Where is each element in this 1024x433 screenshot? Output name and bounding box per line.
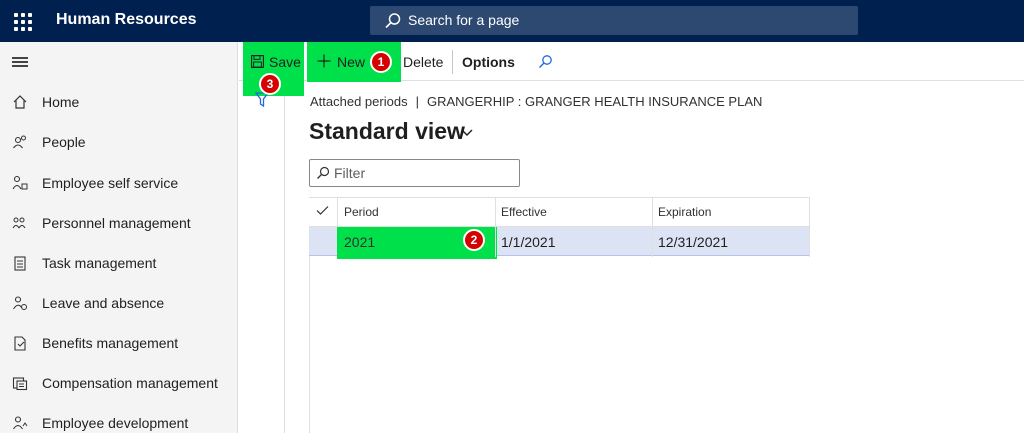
column-header-period[interactable]: Period (344, 205, 379, 219)
nav-item-label: Employee self service (42, 175, 179, 191)
app-title[interactable]: Human Resources (56, 11, 197, 29)
grid-divider (337, 197, 338, 227)
view-selector[interactable]: Standard view (309, 118, 465, 145)
filter-field[interactable] (309, 159, 520, 187)
nav-item-leave-and-absence[interactable]: Leave and absence (0, 283, 238, 323)
grid-divider (495, 197, 496, 257)
action-separator (452, 50, 453, 74)
nav-item-label: Personnel management (42, 215, 191, 231)
nav-item-label: Benefits management (42, 335, 179, 351)
column-header-effective[interactable]: Effective (501, 205, 547, 219)
cell-period[interactable]: 2021 (344, 234, 375, 250)
home-icon (13, 95, 27, 109)
nav-item-task-management[interactable]: Task management (0, 243, 238, 283)
nav-item-label: Employee development (42, 415, 189, 431)
select-all-checkmark-icon[interactable] (316, 205, 329, 216)
breadcrumb-current: GRANGERHIP : GRANGER HEALTH INSURANCE PL… (426, 94, 763, 109)
nav-item-personnel-management[interactable]: Personnel management (0, 203, 238, 243)
breadcrumb: Attached periods | GRANGERHIP : GRANGER HE… (310, 94, 762, 109)
nav-item-employee-self-service[interactable]: Employee self service (0, 163, 238, 203)
nav-item-people[interactable]: People (0, 122, 238, 162)
nav-item-compensation-management[interactable]: Compensation management (0, 363, 238, 403)
chevron-down-icon[interactable] (460, 128, 474, 138)
options-button[interactable]: Options (462, 54, 515, 70)
top-bar: Human Resources Search for a page (0, 0, 1024, 42)
employee-self-service-icon (12, 175, 28, 190)
employee-development-icon (13, 416, 28, 430)
app-launcher-icon[interactable] (12, 11, 32, 31)
task-management-icon (14, 256, 26, 271)
nav-item-label: Home (42, 94, 80, 110)
new-button-label: New (337, 54, 366, 70)
cell-expiration[interactable]: 12/31/2021 (658, 234, 728, 250)
nav-item-label: Task management (42, 255, 157, 271)
grid-top-border (309, 197, 810, 198)
search-icon[interactable] (538, 54, 553, 69)
navigation-pane: Home People Employee self service Person… (0, 42, 238, 433)
save-button-label: Save (269, 54, 301, 70)
grid-divider (652, 197, 653, 257)
delete-button[interactable]: Delete (403, 54, 443, 70)
nav-item-benefits-management[interactable]: Benefits management (0, 323, 238, 363)
nav-item-label: People (42, 134, 86, 150)
people-icon (13, 135, 26, 149)
personnel-management-icon (12, 217, 26, 229)
breadcrumb-parent[interactable]: Attached periods (310, 94, 408, 109)
grid-body (309, 256, 1024, 433)
nav-item-home[interactable]: Home (0, 82, 238, 122)
callout-badge-3: 3 (259, 73, 281, 95)
column-header-expiration[interactable]: Expiration (658, 205, 711, 219)
nav-item-employee-development[interactable]: Employee development (0, 403, 238, 433)
search-icon (385, 13, 401, 29)
nav-item-label: Compensation management (42, 375, 218, 391)
callout-badge-2: 2 (463, 229, 485, 251)
grid-divider (809, 197, 810, 257)
page-search-box[interactable]: Search for a page (370, 6, 858, 35)
nav-item-label: Leave and absence (42, 295, 165, 311)
search-icon (317, 166, 330, 179)
breadcrumb-separator: | (415, 94, 419, 109)
benefits-management-icon (14, 336, 26, 351)
compensation-management-icon (12, 377, 28, 391)
hamburger-menu-icon[interactable] (12, 57, 28, 67)
search-placeholder: Search for a page (408, 12, 520, 28)
cell-effective[interactable]: 1/1/2021 (501, 234, 556, 250)
filter-input[interactable] (334, 163, 514, 183)
leave-absence-icon (13, 296, 27, 310)
save-icon (251, 55, 264, 68)
callout-badge-1: 1 (370, 51, 392, 73)
plus-icon (317, 54, 331, 68)
